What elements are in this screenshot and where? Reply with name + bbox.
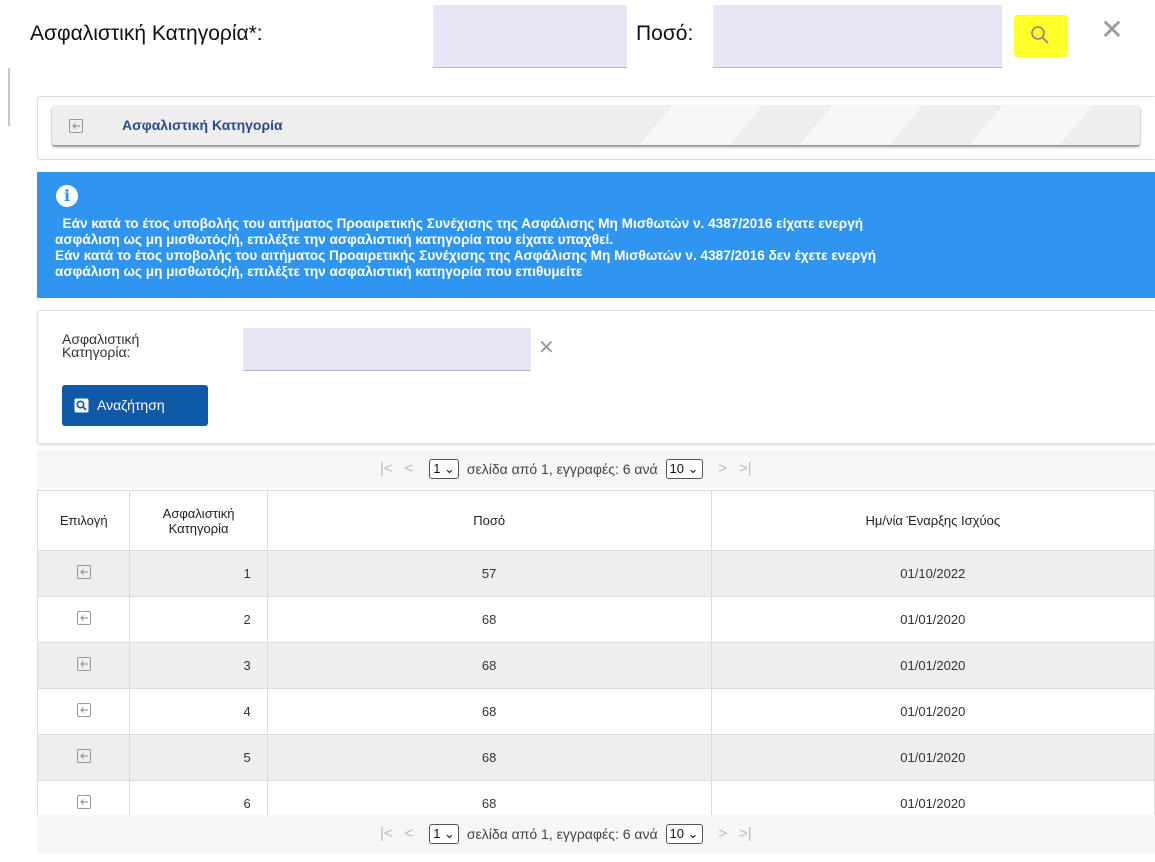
scrollbar-edge: [8, 68, 10, 126]
header-category: Ασφαλιστική Κατηγορία: [129, 490, 268, 551]
select-icon[interactable]: [76, 611, 91, 628]
page-select-value: 1: [433, 461, 441, 476]
category-label: Ασφαλιστική Κατηγορία*:: [30, 22, 263, 45]
select-icon[interactable]: [76, 749, 91, 766]
row-start-date: 01/10/2022: [710, 550, 1155, 597]
search-icon[interactable]: [1014, 15, 1068, 57]
row-start-date: 01/01/2020: [710, 688, 1155, 735]
row-select-cell[interactable]: [36, 550, 131, 597]
next-page-button[interactable]: >: [718, 825, 727, 842]
info-line: Εάν κατά το έτος υποβολής του αιτήματος …: [55, 216, 864, 231]
decor-stripe: [952, 105, 1102, 145]
page-size-value: 10: [669, 461, 684, 476]
search-doc-icon: [74, 398, 89, 413]
header-amount: Ποσό: [266, 490, 712, 551]
pager-text: σελίδα από 1, εγγραφές: 6 ανά: [466, 461, 658, 477]
category-panel-header[interactable]: Ασφαλιστική Κατηγορία: [52, 105, 1140, 145]
row-start-date: 01/01/2020: [710, 734, 1155, 781]
table-row[interactable]: 2 68 01/01/2020: [36, 596, 1155, 643]
row-start-date: 01/01/2020: [710, 596, 1155, 643]
select-icon: [69, 119, 83, 133]
select-icon[interactable]: [76, 703, 91, 720]
clear-icon[interactable]: ✕: [538, 335, 555, 360]
table-header-row: Επιλογή Ασφαλιστική Κατηγορία Ποσό Ημ/νί…: [36, 490, 1155, 551]
table-row[interactable]: 5 68 01/01/2020: [36, 734, 1155, 781]
row-amount: 68: [266, 642, 712, 689]
category-panel: Ασφαλιστική Κατηγορία: [37, 96, 1155, 160]
page-select[interactable]: 1 ⌄: [429, 459, 459, 479]
row-category: 4: [129, 688, 268, 735]
row-category: 2: [129, 596, 268, 643]
row-amount: 68: [266, 688, 712, 735]
info-box: i Εάν κατά το έτος υποβολής του αιτήματο…: [37, 172, 1155, 298]
decor-stripe: [782, 105, 932, 145]
row-amount: 68: [266, 734, 712, 781]
close-icon[interactable]: ✕: [1097, 15, 1127, 45]
last-page-button[interactable]: >|: [739, 460, 752, 477]
row-category: 1: [129, 550, 268, 597]
row-select-cell[interactable]: [36, 688, 131, 735]
select-icon[interactable]: [76, 657, 91, 674]
table-row[interactable]: 1 57 01/10/2022: [36, 550, 1155, 597]
category-input[interactable]: [433, 5, 627, 68]
magnifier-glyph: [1031, 26, 1049, 44]
row-select-cell[interactable]: [36, 596, 131, 643]
row-start-date: 01/01/2020: [710, 642, 1155, 689]
form-category-label: Ασφαλιστική Κατηγορία:: [62, 332, 182, 360]
form-label-line: Κατηγορία:: [62, 344, 131, 360]
info-icon: i: [56, 185, 78, 207]
row-select-cell[interactable]: [36, 642, 131, 689]
table-body: 1 57 01/10/2022 2 68 01/01/2020 3 68 01/01/2020 4…: [36, 550, 1155, 827]
search-button[interactable]: Αναζήτηση: [62, 385, 208, 426]
amount-label: Ποσό:: [636, 22, 694, 45]
last-page-button[interactable]: >|: [739, 825, 752, 842]
header-category-line: Ασφαλιστική: [162, 505, 235, 521]
info-line: ασφάλιση ως μη μισθωτός/ή, επιλέξτε την …: [55, 264, 583, 279]
header-category-line: Κατηγορία: [168, 520, 229, 536]
row-category: 3: [129, 642, 268, 689]
page-size-select[interactable]: 10 ⌄: [665, 459, 703, 479]
decor-stripe: [622, 105, 772, 145]
top-search-bar: Ασφαλιστική Κατηγορία*: Ποσό: ✕: [0, 0, 1155, 70]
form-category-input[interactable]: [243, 328, 531, 371]
page-size-select[interactable]: 10 ⌄: [665, 824, 703, 844]
page-select[interactable]: 1 ⌄: [429, 824, 459, 844]
search-button-label: Αναζήτηση: [97, 397, 165, 413]
header-start-date: Ημ/νία Έναρξης Ισχύος: [710, 490, 1155, 551]
prev-page-button[interactable]: <: [405, 460, 414, 477]
amount-input[interactable]: [713, 5, 1002, 68]
first-page-button[interactable]: |<: [380, 825, 393, 842]
results-table: Επιλογή Ασφαλιστική Κατηγορία Ποσό Ημ/νί…: [36, 490, 1155, 827]
pager-text: σελίδα από 1, εγγραφές: 6 ανά: [466, 826, 658, 842]
select-icon[interactable]: [76, 795, 91, 812]
select-icon[interactable]: [76, 565, 91, 582]
row-amount: 68: [266, 596, 712, 643]
next-page-button[interactable]: >: [718, 460, 727, 477]
table-row[interactable]: 3 68 01/01/2020: [36, 642, 1155, 689]
table-row[interactable]: 4 68 01/01/2020: [36, 688, 1155, 735]
row-amount: 57: [266, 550, 712, 597]
page-size-value: 10: [669, 826, 684, 841]
panel-title: Ασφαλιστική Κατηγορία: [122, 117, 283, 133]
first-page-button[interactable]: |<: [380, 460, 393, 477]
page-select-value: 1: [433, 826, 441, 841]
row-select-cell[interactable]: [36, 734, 131, 781]
pager-top: |< < 1 ⌄ σελίδα από 1, εγγραφές: 6 ανά 1…: [37, 450, 1155, 488]
info-line: ασφάλιση ως μη μισθωτός/ή, επιλέξτε την …: [55, 232, 614, 247]
pager-bottom: |< < 1 ⌄ σελίδα από 1, εγγραφές: 6 ανά 1…: [37, 815, 1155, 853]
row-category: 5: [129, 734, 268, 781]
info-text: Εάν κατά το έτος υποβολής του αιτήματος …: [55, 216, 1135, 280]
header-select: Επιλογή: [36, 490, 131, 551]
info-line: Εάν κατά το έτος υποβολής του αιτήματος …: [55, 248, 877, 263]
prev-page-button[interactable]: <: [405, 825, 414, 842]
search-form: Ασφαλιστική Κατηγορία: ✕ Αναζήτηση: [37, 310, 1155, 444]
